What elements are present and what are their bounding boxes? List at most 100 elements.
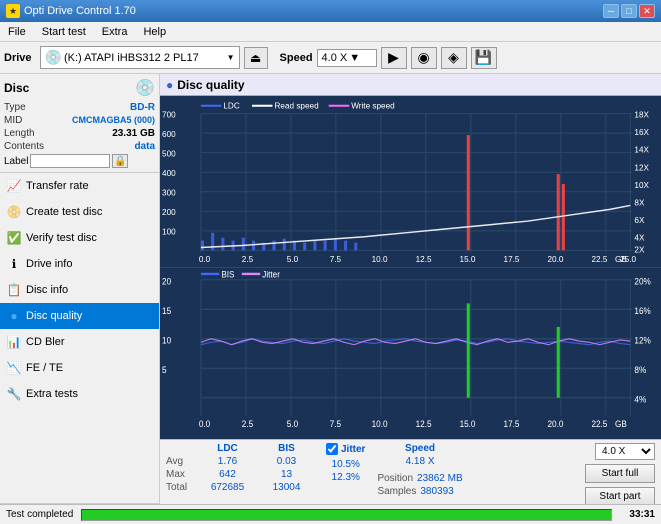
svg-text:500: 500 [162, 150, 176, 159]
disc-quality-icon: ● [6, 308, 22, 324]
drive-text: (K:) ATAPI iHBS312 2 PL17 [64, 52, 225, 64]
svg-text:10.0: 10.0 [372, 255, 388, 264]
speed-value: 4.0 X [322, 52, 348, 64]
svg-text:7.5: 7.5 [330, 255, 342, 264]
cd-bler-label: CD Bler [26, 336, 65, 348]
disc-info-icon: 📋 [6, 282, 22, 298]
content-area: ● Disc quality [160, 74, 661, 524]
svg-text:BIS: BIS [221, 269, 234, 280]
position-label: Position [377, 473, 413, 484]
extra-tests-label: Extra tests [26, 388, 78, 400]
total-label: Total [166, 482, 196, 493]
drive-info-icon: ℹ [6, 256, 22, 272]
minimize-button[interactable]: ─ [603, 4, 619, 18]
nav-items: 📈 Transfer rate 📀 Create test disc ✅ Ver… [0, 173, 159, 503]
jitter-checkbox[interactable] [326, 443, 338, 455]
speed-stat-header: Speed [377, 443, 462, 454]
drive-select[interactable]: 💿 (K:) ATAPI iHBS312 2 PL17 ▼ [40, 46, 240, 69]
start-full-button[interactable]: Start full [585, 464, 655, 483]
eject-button[interactable]: ⏏ [244, 47, 268, 69]
title-bar-left: ★ Opti Drive Control 1.70 [6, 4, 136, 18]
sidebar-item-cd-bler[interactable]: 📊 CD Bler [0, 329, 159, 355]
svg-text:20: 20 [162, 276, 171, 287]
menu-file[interactable]: File [0, 22, 34, 41]
sidebar-item-disc-info[interactable]: 📋 Disc info [0, 277, 159, 303]
disc-label-row: Label 🔒 [4, 154, 155, 168]
disc-quality-label: Disc quality [26, 310, 82, 322]
svg-text:100: 100 [162, 228, 176, 237]
toolbar-btn-save[interactable]: 💾 [471, 47, 497, 69]
verify-test-disc-icon: ✅ [6, 230, 22, 246]
extra-tests-icon: 🔧 [6, 386, 22, 402]
sidebar-item-drive-info[interactable]: ℹ Drive info [0, 251, 159, 277]
disc-header: Disc 💿 [4, 78, 155, 98]
type-label: Type [4, 102, 26, 113]
status-text: Test completed [6, 509, 73, 520]
contents-value: data [134, 141, 155, 152]
label-button[interactable]: 🔒 [112, 154, 128, 168]
svg-text:10: 10 [162, 335, 171, 346]
toolbar-btn-scan[interactable]: ◈ [441, 47, 467, 69]
bis-header: BIS [259, 443, 314, 454]
svg-text:8%: 8% [634, 364, 646, 375]
max-ldc: 642 [200, 469, 255, 480]
maximize-button[interactable]: □ [621, 4, 637, 18]
close-button[interactable]: ✕ [639, 4, 655, 18]
sidebar-item-fe-te[interactable]: 📉 FE / TE [0, 355, 159, 381]
svg-text:7.5: 7.5 [330, 419, 341, 430]
menu-start-test[interactable]: Start test [34, 22, 94, 41]
menu-bar: File Start test Extra Help [0, 22, 661, 42]
disc-length-row: Length 23.31 GB [4, 128, 155, 139]
svg-text:200: 200 [162, 208, 176, 217]
jitter-section: Jitter 10.5% 12.3% [326, 443, 365, 483]
svg-text:LDC: LDC [223, 102, 240, 111]
svg-text:15.0: 15.0 [460, 419, 476, 430]
svg-text:300: 300 [162, 189, 176, 198]
menu-extra[interactable]: Extra [94, 22, 136, 41]
speed-dropdown[interactable]: 4.0 X 8.0 X MAX [595, 443, 655, 460]
svg-text:Read speed: Read speed [275, 102, 319, 111]
svg-text:20%: 20% [634, 276, 650, 287]
ldc-header: LDC [200, 443, 255, 454]
svg-text:16%: 16% [634, 305, 650, 316]
svg-text:16X: 16X [634, 128, 649, 137]
svg-text:12.5: 12.5 [416, 419, 432, 430]
svg-text:22.5: 22.5 [591, 255, 607, 264]
avg-ldc: 1.76 [200, 456, 255, 467]
svg-text:20.0: 20.0 [548, 255, 564, 264]
ldc-bis-stats: LDC BIS Avg 1.76 0.03 Max 642 13 Total 6… [166, 443, 314, 493]
sidebar-item-disc-quality[interactable]: ● Disc quality [0, 303, 159, 329]
type-value: BD-R [130, 102, 155, 113]
label-input[interactable] [30, 154, 110, 168]
svg-text:Write speed: Write speed [351, 102, 394, 111]
fe-te-icon: 📉 [6, 360, 22, 376]
svg-text:5.0: 5.0 [287, 419, 298, 430]
sidebar-item-transfer-rate[interactable]: 📈 Transfer rate [0, 173, 159, 199]
samples-value: 380393 [420, 486, 453, 497]
menu-help[interactable]: Help [135, 22, 174, 41]
speed-select[interactable]: 4.0 X ▼ [317, 49, 377, 67]
transfer-rate-icon: 📈 [6, 178, 22, 194]
toolbar-btn-play[interactable]: ▶ [381, 47, 407, 69]
disc-type-row: Type BD-R [4, 102, 155, 113]
create-test-disc-label: Create test disc [26, 206, 102, 218]
svg-text:17.5: 17.5 [504, 255, 520, 264]
jitter-header-label: Jitter [341, 444, 365, 455]
svg-text:0.0: 0.0 [199, 255, 211, 264]
svg-text:2.5: 2.5 [242, 419, 253, 430]
samples-label: Samples [377, 486, 416, 497]
svg-text:0.0: 0.0 [199, 419, 210, 430]
time-display: 33:31 [620, 509, 655, 520]
stats-header: LDC BIS [166, 443, 314, 454]
speed-position-section: Speed 4.18 X Position 23862 MB Samples 3… [377, 443, 462, 497]
samples-row: Samples 380393 [377, 486, 462, 497]
svg-text:700: 700 [162, 111, 176, 120]
charts-wrapper: 700 600 500 400 300 200 100 18X 16X 14X … [160, 96, 661, 439]
toolbar-btn-record[interactable]: ◉ [411, 47, 437, 69]
sidebar-item-verify-test-disc[interactable]: ✅ Verify test disc [0, 225, 159, 251]
sidebar-item-create-test-disc[interactable]: 📀 Create test disc [0, 199, 159, 225]
buttons-section: 4.0 X 8.0 X MAX Start full Start part [585, 443, 655, 506]
max-bis: 13 [259, 469, 314, 480]
svg-text:2.5: 2.5 [242, 255, 254, 264]
sidebar-item-extra-tests[interactable]: 🔧 Extra tests [0, 381, 159, 407]
